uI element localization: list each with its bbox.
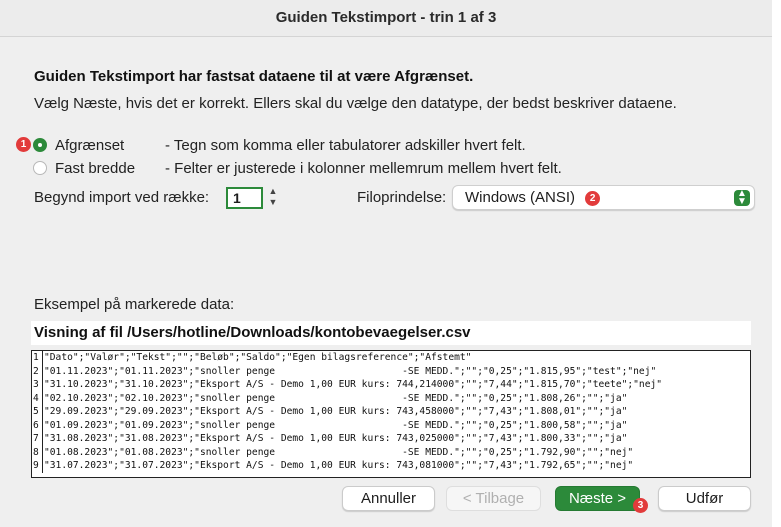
row-number: 9 [32,459,43,473]
row-number: 4 [32,391,43,405]
radio-delimited[interactable]: Afgrænset - Tegn som komma eller tabulat… [33,135,526,155]
annotation-badge-3: 3 [633,498,648,513]
row-text: "31.07.2023";"31.07.2023";"Eksport A/S -… [44,460,634,471]
row-number: 1 [32,351,43,365]
title-bar: Guiden Tekstimport - trin 1 af 3 [0,0,772,37]
preview-row: 9 "31.07.2023";"31.07.2023";"Eksport A/S … [32,459,750,473]
updown-caret-icon: ▲ ▼ [734,189,750,207]
stepper-up[interactable]: ▲ [266,186,280,197]
row-number: 2 [32,364,43,378]
preview-row: 5 "29.09.2023";"29.09.2023";"Eksport A/S … [32,405,750,419]
row-text: "Dato";"Valør";"Tekst";"";"Beløb";"Saldo… [44,352,472,363]
row-number: 5 [32,405,43,419]
preview-row: 4 "02.10.2023";"02.10.2023";"snoller peng… [32,391,750,405]
back-button[interactable]: < Tilbage [446,486,541,511]
start-row-input[interactable]: 1 [226,187,263,209]
cancel-button[interactable]: Annuller [342,486,435,511]
annotation-badge-2: 2 [585,191,601,206]
wizard-instruction: Vælg Næste, hvis det er korrekt. Ellers … [34,95,677,112]
preview-row: 6 "01.09.2023";"01.09.2023";"snoller peng… [32,418,750,432]
row-number: 3 [32,378,43,392]
row-text: "31.10.2023";"31.10.2023";"Eksport A/S -… [44,379,663,390]
radio-fixed-width[interactable]: Fast bredde - Felter er justerede i kolo… [33,158,562,178]
preview-row: 7 "31.08.2023";"31.08.2023";"Eksport A/S … [32,432,750,446]
preview-file-label: Visning af fil /Users/hotline/Downloads/… [31,321,751,345]
preview-row: 8 "01.08.2023";"01.08.2023";"snoller peng… [32,445,750,459]
file-origin-label: Filoprindelse: [357,189,447,206]
radio-selected-icon[interactable] [33,138,47,152]
stepper-icon[interactable]: ▲ ▼ [266,186,280,210]
row-number: 8 [32,445,43,459]
radio-fixed-width-description: - Felter er justerede i kolonner mellemr… [165,159,562,177]
preview-label: Eksempel på markerede data: [34,296,235,313]
radio-delimited-description: - Tegn som komma eller tabulatorer adski… [165,136,526,154]
window-title: Guiden Tekstimport - trin 1 af 3 [275,9,497,26]
row-text: "02.10.2023";"02.10.2023";"snoller penge… [44,392,628,404]
file-origin-select[interactable]: Windows (ANSI) 2 ▲ ▼ [452,185,755,210]
start-row-label: Begynd import ved række: [34,189,210,206]
radio-delimited-label: Afgrænset [55,136,125,154]
stepper-down[interactable]: ▼ [266,197,280,208]
radio-fixed-width-label: Fast bredde [55,159,136,177]
preview-row: 2 "01.11.2023";"01.11.2023";"snoller peng… [32,364,750,378]
radio-unselected-icon[interactable] [33,161,47,175]
preview-row: 1 "Dato";"Valør";"Tekst";"";"Beløb";"Sald… [32,351,750,365]
row-text: "01.11.2023";"01.11.2023";"snoller penge… [44,365,657,377]
data-preview[interactable]: 1 "Dato";"Valør";"Tekst";"";"Beløb";"Sald… [31,350,751,478]
wizard-heading: Guiden Tekstimport har fastsat dataene t… [34,68,474,85]
row-text: "29.09.2023";"29.09.2023";"Eksport A/S -… [44,406,628,417]
next-button[interactable]: Næste > [555,486,640,511]
row-text: "01.09.2023";"01.09.2023";"snoller penge… [44,419,628,431]
row-number: 6 [32,418,43,432]
finish-button[interactable]: Udfør [658,486,751,511]
row-number: 7 [32,432,43,446]
row-text: "31.08.2023";"31.08.2023";"Eksport A/S -… [44,433,628,444]
annotation-badge-1: 1 [16,137,31,152]
file-origin-value: Windows (ANSI) [465,189,576,206]
row-text: "01.08.2023";"01.08.2023";"snoller penge… [44,446,634,458]
preview-row: 3 "31.10.2023";"31.10.2023";"Eksport A/S … [32,378,750,392]
